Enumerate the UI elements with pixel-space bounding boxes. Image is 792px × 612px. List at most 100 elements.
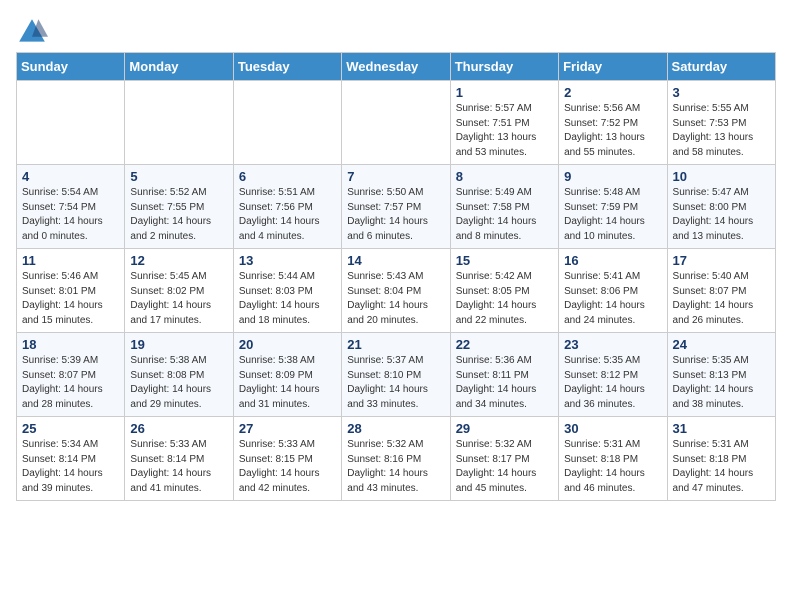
day-number: 18	[22, 337, 119, 352]
day-info: Sunrise: 5:32 AM Sunset: 8:17 PM Dayligh…	[456, 438, 553, 496]
day-number: 28	[347, 421, 444, 436]
day-info: Sunrise: 5:31 AM Sunset: 8:18 PM Dayligh…	[673, 438, 770, 496]
day-info: Sunrise: 5:42 AM Sunset: 8:05 PM Dayligh…	[456, 270, 553, 328]
day-info: Sunrise: 5:35 AM Sunset: 8:12 PM Dayligh…	[564, 354, 661, 412]
calendar-cell: 8Sunrise: 5:49 AM Sunset: 7:58 PM Daylig…	[450, 165, 558, 249]
logo	[16, 16, 54, 48]
calendar-header-row: SundayMondayTuesdayWednesdayThursdayFrid…	[17, 53, 776, 81]
day-info: Sunrise: 5:32 AM Sunset: 8:16 PM Dayligh…	[347, 438, 444, 496]
calendar-cell: 7 Sunrise: 5:50 AM Sunset: 7:57 PM Daylig…	[342, 165, 450, 249]
calendar-cell: 27 Sunrise: 5:33 AM Sunset: 8:15 PM Dayli…	[233, 417, 341, 501]
calendar-cell: 23Sunrise: 5:35 AM Sunset: 8:12 PM Dayli…	[559, 333, 667, 417]
calendar-cell: 24 Sunrise: 5:35 AM Sunset: 8:13 PM Dayli…	[667, 333, 775, 417]
day-number: 11	[22, 253, 119, 268]
day-info: Sunrise: 5:45 AM Sunset: 8:02 PM Dayligh…	[130, 270, 227, 328]
day-number: 9	[564, 169, 661, 184]
day-info: Sunrise: 5:33 AM Sunset: 8:15 PM Dayligh…	[239, 438, 336, 496]
day-number: 1	[456, 85, 553, 100]
day-info: Sunrise: 5:33 AM Sunset: 8:14 PM Dayligh…	[130, 438, 227, 496]
calendar-cell: 14 Sunrise: 5:43 AM Sunset: 8:04 PM Dayli…	[342, 249, 450, 333]
calendar-cell: 13 Sunrise: 5:44 AM Sunset: 8:03 PM Dayli…	[233, 249, 341, 333]
day-header-friday: Friday	[559, 53, 667, 81]
calendar-cell: 12 Sunrise: 5:45 AM Sunset: 8:02 PM Dayli…	[125, 249, 233, 333]
calendar-cell: 10 Sunrise: 5:47 AM Sunset: 8:00 PM Dayli…	[667, 165, 775, 249]
calendar-cell: 11 Sunrise: 5:46 AM Sunset: 8:01 PM Dayli…	[17, 249, 125, 333]
day-info: Sunrise: 5:57 AM Sunset: 7:51 PM Dayligh…	[456, 102, 553, 160]
page-header	[16, 16, 776, 48]
calendar-week-3: 11 Sunrise: 5:46 AM Sunset: 8:01 PM Dayli…	[17, 249, 776, 333]
day-info: Sunrise: 5:34 AM Sunset: 8:14 PM Dayligh…	[22, 438, 119, 496]
calendar-cell	[233, 81, 341, 165]
day-number: 2	[564, 85, 661, 100]
calendar-cell: 22 Sunrise: 5:36 AM Sunset: 8:11 PM Dayli…	[450, 333, 558, 417]
day-info: Sunrise: 5:47 AM Sunset: 8:00 PM Dayligh…	[673, 186, 770, 244]
calendar-cell: 31 Sunrise: 5:31 AM Sunset: 8:18 PM Dayli…	[667, 417, 775, 501]
calendar-week-2: 4Sunrise: 5:54 AM Sunset: 7:54 PM Daylig…	[17, 165, 776, 249]
day-info: Sunrise: 5:46 AM Sunset: 8:01 PM Dayligh…	[22, 270, 119, 328]
day-header-monday: Monday	[125, 53, 233, 81]
day-number: 7	[347, 169, 444, 184]
day-number: 12	[130, 253, 227, 268]
calendar-cell: 1 Sunrise: 5:57 AM Sunset: 7:51 PM Daylig…	[450, 81, 558, 165]
day-info: Sunrise: 5:40 AM Sunset: 8:07 PM Dayligh…	[673, 270, 770, 328]
day-info: Sunrise: 5:36 AM Sunset: 8:11 PM Dayligh…	[456, 354, 553, 412]
day-number: 31	[673, 421, 770, 436]
day-number: 10	[673, 169, 770, 184]
day-number: 19	[130, 337, 227, 352]
day-number: 3	[673, 85, 770, 100]
logo-icon	[16, 16, 48, 48]
day-info: Sunrise: 5:55 AM Sunset: 7:53 PM Dayligh…	[673, 102, 770, 160]
day-number: 26	[130, 421, 227, 436]
calendar-cell: 5 Sunrise: 5:52 AM Sunset: 7:55 PM Daylig…	[125, 165, 233, 249]
day-info: Sunrise: 5:49 AM Sunset: 7:58 PM Dayligh…	[456, 186, 553, 244]
day-number: 5	[130, 169, 227, 184]
calendar-cell: 21 Sunrise: 5:37 AM Sunset: 8:10 PM Dayli…	[342, 333, 450, 417]
calendar-cell: 6 Sunrise: 5:51 AM Sunset: 7:56 PM Daylig…	[233, 165, 341, 249]
calendar-cell: 3 Sunrise: 5:55 AM Sunset: 7:53 PM Daylig…	[667, 81, 775, 165]
day-number: 6	[239, 169, 336, 184]
day-number: 25	[22, 421, 119, 436]
day-info: Sunrise: 5:44 AM Sunset: 8:03 PM Dayligh…	[239, 270, 336, 328]
day-info: Sunrise: 5:37 AM Sunset: 8:10 PM Dayligh…	[347, 354, 444, 412]
calendar-cell: 30 Sunrise: 5:31 AM Sunset: 8:18 PM Dayli…	[559, 417, 667, 501]
day-info: Sunrise: 5:43 AM Sunset: 8:04 PM Dayligh…	[347, 270, 444, 328]
day-info: Sunrise: 5:51 AM Sunset: 7:56 PM Dayligh…	[239, 186, 336, 244]
calendar-cell: 28 Sunrise: 5:32 AM Sunset: 8:16 PM Dayli…	[342, 417, 450, 501]
day-number: 22	[456, 337, 553, 352]
day-number: 17	[673, 253, 770, 268]
calendar-cell: 19 Sunrise: 5:38 AM Sunset: 8:08 PM Dayli…	[125, 333, 233, 417]
day-info: Sunrise: 5:50 AM Sunset: 7:57 PM Dayligh…	[347, 186, 444, 244]
calendar-week-5: 25 Sunrise: 5:34 AM Sunset: 8:14 PM Dayli…	[17, 417, 776, 501]
day-info: Sunrise: 5:39 AM Sunset: 8:07 PM Dayligh…	[22, 354, 119, 412]
day-number: 21	[347, 337, 444, 352]
day-number: 30	[564, 421, 661, 436]
day-number: 24	[673, 337, 770, 352]
day-number: 27	[239, 421, 336, 436]
day-number: 13	[239, 253, 336, 268]
calendar-cell	[125, 81, 233, 165]
day-header-wednesday: Wednesday	[342, 53, 450, 81]
calendar-cell: 2 Sunrise: 5:56 AM Sunset: 7:52 PM Daylig…	[559, 81, 667, 165]
day-info: Sunrise: 5:48 AM Sunset: 7:59 PM Dayligh…	[564, 186, 661, 244]
day-header-thursday: Thursday	[450, 53, 558, 81]
calendar-week-1: 1 Sunrise: 5:57 AM Sunset: 7:51 PM Daylig…	[17, 81, 776, 165]
calendar-cell: 18 Sunrise: 5:39 AM Sunset: 8:07 PM Dayli…	[17, 333, 125, 417]
day-info: Sunrise: 5:52 AM Sunset: 7:55 PM Dayligh…	[130, 186, 227, 244]
day-info: Sunrise: 5:35 AM Sunset: 8:13 PM Dayligh…	[673, 354, 770, 412]
calendar-cell: 17 Sunrise: 5:40 AM Sunset: 8:07 PM Dayli…	[667, 249, 775, 333]
day-info: Sunrise: 5:38 AM Sunset: 8:09 PM Dayligh…	[239, 354, 336, 412]
calendar-table: SundayMondayTuesdayWednesdayThursdayFrid…	[16, 52, 776, 501]
day-number: 14	[347, 253, 444, 268]
day-header-saturday: Saturday	[667, 53, 775, 81]
calendar-cell: 4Sunrise: 5:54 AM Sunset: 7:54 PM Daylig…	[17, 165, 125, 249]
day-info: Sunrise: 5:31 AM Sunset: 8:18 PM Dayligh…	[564, 438, 661, 496]
calendar-cell: 15Sunrise: 5:42 AM Sunset: 8:05 PM Dayli…	[450, 249, 558, 333]
calendar-week-4: 18 Sunrise: 5:39 AM Sunset: 8:07 PM Dayli…	[17, 333, 776, 417]
calendar-cell	[342, 81, 450, 165]
day-info: Sunrise: 5:54 AM Sunset: 7:54 PM Dayligh…	[22, 186, 119, 244]
day-number: 29	[456, 421, 553, 436]
calendar-cell: 20Sunrise: 5:38 AM Sunset: 8:09 PM Dayli…	[233, 333, 341, 417]
day-info: Sunrise: 5:56 AM Sunset: 7:52 PM Dayligh…	[564, 102, 661, 160]
day-header-sunday: Sunday	[17, 53, 125, 81]
day-info: Sunrise: 5:38 AM Sunset: 8:08 PM Dayligh…	[130, 354, 227, 412]
